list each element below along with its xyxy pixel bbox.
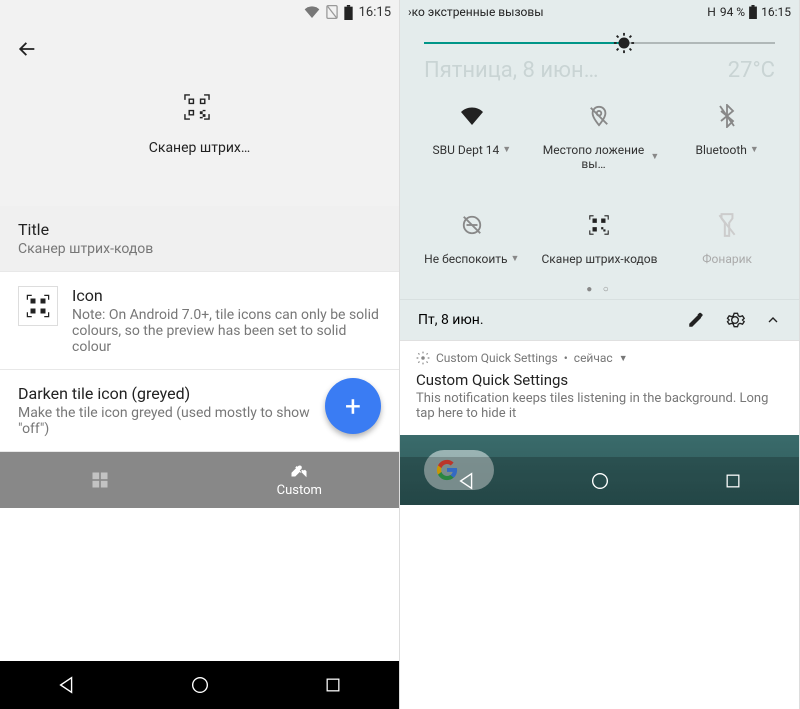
notif-body: This notification keeps tiles listening … bbox=[416, 391, 783, 421]
status-bar: ›ко экстренные вызовы H 94 % 16:15 bbox=[400, 0, 799, 24]
brightness-thumb-icon[interactable] bbox=[613, 32, 635, 54]
fab-add-button[interactable]: + bbox=[325, 378, 381, 434]
wifi-icon bbox=[304, 6, 320, 18]
wifi-icon bbox=[412, 101, 532, 131]
tile-location[interactable]: Местопо ложение вы…▼ bbox=[536, 97, 664, 176]
nav-bar bbox=[0, 661, 399, 709]
nav-recent[interactable] bbox=[323, 675, 343, 695]
chevron-down-icon: ▼ bbox=[502, 145, 511, 156]
nav-back[interactable] bbox=[456, 470, 478, 492]
nav-recent[interactable] bbox=[723, 471, 743, 491]
qs-footer: Пт, 8 июн. bbox=[400, 299, 799, 340]
tile-dnd[interactable]: Не беспокоить▼ bbox=[408, 206, 536, 270]
quick-settings-tiles: SBU Dept 14▼ Местопо ложение вы…▼ Blueto… bbox=[400, 93, 799, 278]
right-phone: ›ко экстренные вызовы H 94 % 16:15 Пятни… bbox=[400, 0, 800, 709]
nav-home[interactable] bbox=[589, 470, 611, 492]
chevron-down-icon: ▼ bbox=[750, 145, 759, 156]
chevron-up-icon[interactable] bbox=[765, 312, 781, 328]
edit-icon[interactable] bbox=[687, 311, 705, 329]
nav-bar bbox=[400, 457, 799, 505]
notif-header: Custom Quick Settings • сейчас ▼ bbox=[416, 351, 783, 365]
page-indicator: ● ○ bbox=[400, 278, 799, 299]
left-phone: 16:15 Сканер штрих… Title Сканер штрих-к… bbox=[0, 0, 400, 709]
notification-card[interactable]: Custom Quick Settings • сейчас ▼ Custom … bbox=[400, 340, 799, 435]
status-time: 16:15 bbox=[359, 5, 391, 20]
title-value: Сканер штрих-кодов bbox=[18, 241, 381, 257]
date-weather-faded: Пятница, 8 июн… 27°C bbox=[400, 52, 799, 93]
gear-icon bbox=[416, 351, 430, 365]
carrier-text: ›ко экстренные вызовы bbox=[408, 5, 544, 19]
notif-title: Custom Quick Settings bbox=[416, 371, 783, 389]
battery-icon bbox=[749, 5, 757, 19]
tile-scanner[interactable]: Сканер штрих-кодов bbox=[536, 206, 664, 270]
nav-home[interactable] bbox=[189, 674, 211, 696]
icon-thumbnail bbox=[18, 286, 58, 326]
battery-icon bbox=[344, 5, 353, 20]
location-off-icon bbox=[540, 101, 660, 131]
icon-row[interactable]: Icon Note: On Android 7.0+, tile icons c… bbox=[0, 272, 399, 370]
chevron-down-icon: ▼ bbox=[511, 254, 520, 265]
icon-note: Note: On Android 7.0+, tile icons can on… bbox=[72, 307, 381, 355]
tile-wifi[interactable]: SBU Dept 14▼ bbox=[408, 97, 536, 176]
qr-icon bbox=[180, 90, 220, 130]
footer-date: Пт, 8 июн. bbox=[418, 312, 667, 328]
chevron-down-icon: ▼ bbox=[650, 152, 659, 163]
darken-row[interactable]: Darken tile icon (greyed) Make the tile … bbox=[0, 370, 399, 452]
battery-percent: 94 % bbox=[720, 5, 745, 19]
icon-label: Icon bbox=[72, 286, 381, 305]
tab-custom[interactable]: Custom bbox=[200, 452, 400, 508]
qr-icon bbox=[540, 210, 660, 240]
notif-app: Custom Quick Settings bbox=[436, 351, 558, 365]
flashlight-off-icon bbox=[667, 210, 787, 240]
brightness-slider[interactable] bbox=[400, 24, 799, 52]
tile-flashlight[interactable]: Фонарик bbox=[663, 206, 791, 270]
bluetooth-off-icon bbox=[667, 101, 787, 131]
status-time: 16:15 bbox=[761, 5, 791, 19]
chevron-down-icon: ▼ bbox=[619, 353, 628, 364]
preview-label: Сканер штрих… bbox=[0, 140, 399, 156]
notif-when: сейчас bbox=[574, 351, 613, 365]
dnd-off-icon bbox=[412, 210, 532, 240]
title-label: Title bbox=[18, 220, 381, 239]
gear-icon[interactable] bbox=[725, 310, 745, 330]
back-button[interactable] bbox=[16, 38, 383, 60]
darken-note: Make the tile icon greyed (used mostly t… bbox=[18, 405, 319, 437]
status-bar: 16:15 bbox=[0, 0, 399, 24]
title-row[interactable]: Title Сканер штрих-кодов bbox=[0, 206, 399, 272]
tile-bluetooth[interactable]: Bluetooth▼ bbox=[663, 97, 791, 176]
tile-preview: Сканер штрих… bbox=[0, 80, 399, 206]
tab-tiles[interactable] bbox=[0, 452, 200, 508]
header bbox=[0, 24, 399, 80]
darken-label: Darken tile icon (greyed) bbox=[18, 384, 319, 403]
nav-back[interactable] bbox=[56, 674, 78, 696]
no-sim-icon bbox=[326, 5, 338, 19]
signal-type: H bbox=[707, 5, 716, 19]
tab-custom-label: Custom bbox=[277, 483, 322, 498]
bottom-tabs: Custom bbox=[0, 452, 399, 508]
